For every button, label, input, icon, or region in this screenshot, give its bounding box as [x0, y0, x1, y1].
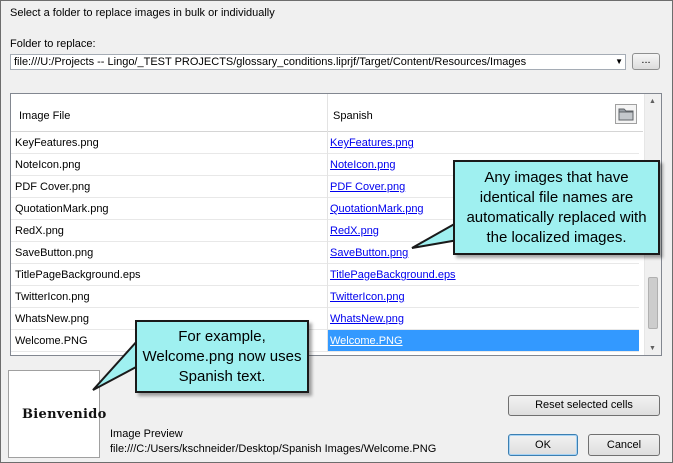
callout-identical-names: Any images that have identical file name…: [453, 160, 660, 255]
callout-pointer-left: [92, 337, 139, 391]
callout-example: For example, Welcome.png now uses Spanis…: [135, 320, 309, 393]
callout-pointer-right: [411, 220, 459, 249]
